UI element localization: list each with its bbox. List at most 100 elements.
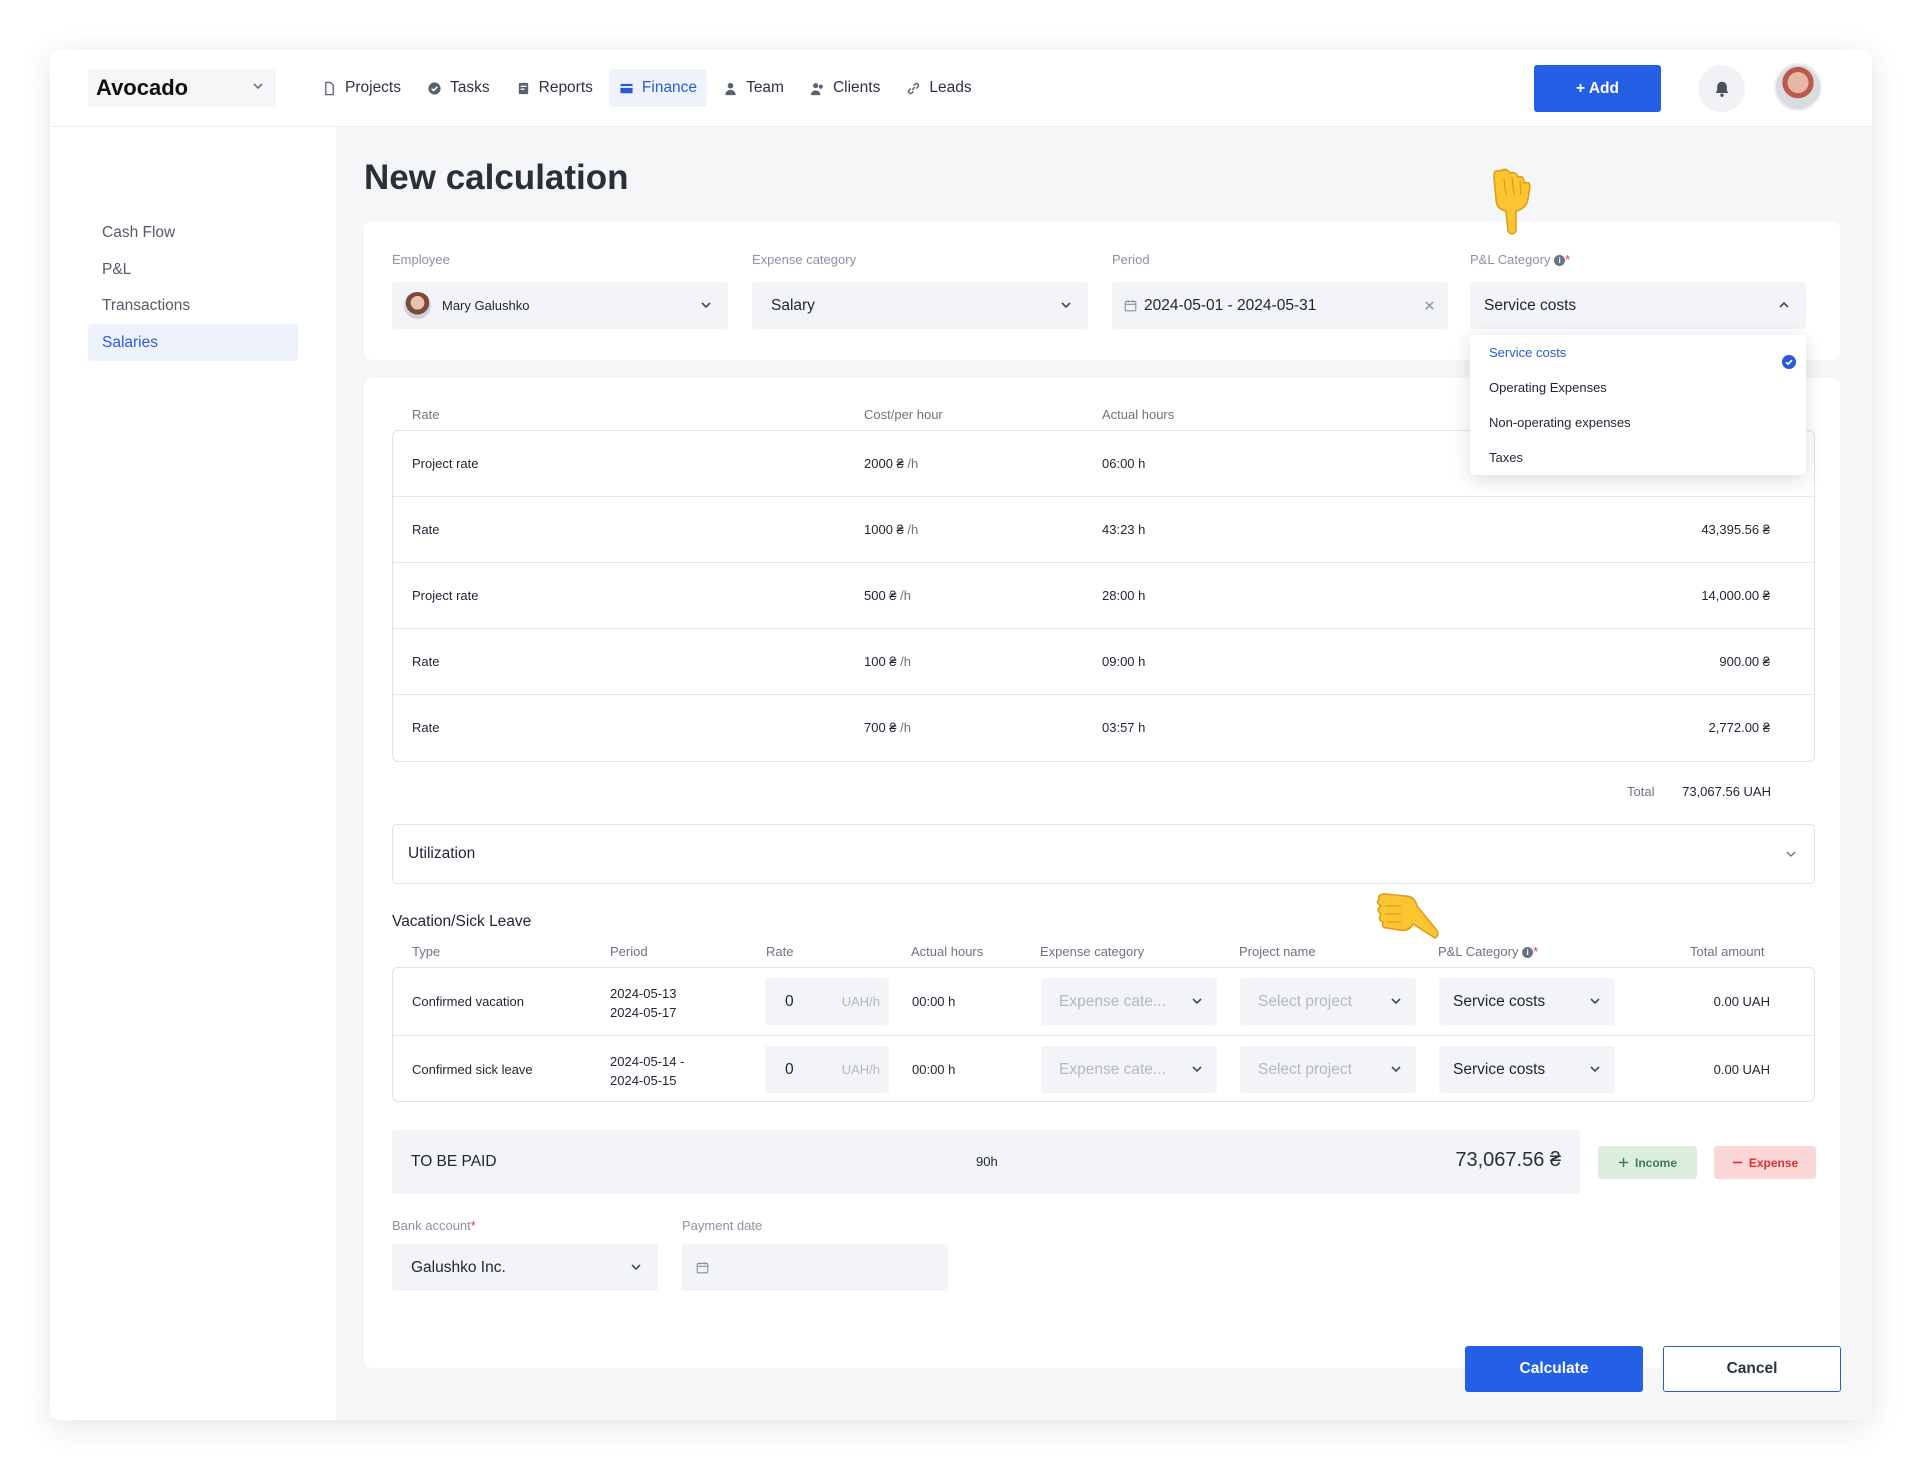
leave-type: Confirmed vacation <box>412 994 524 1009</box>
option-label: Service costs <box>1489 345 1567 360</box>
rate-cost: 2000 ₴ /h <box>864 456 918 471</box>
dropdown-option-operating[interactable]: Operating Expenses <box>1489 380 1607 395</box>
chevron-down-icon <box>1590 1066 1600 1073</box>
period-input[interactable]: 2024-05-01 - 2024-05-31 <box>1112 282 1448 329</box>
expense-category-value: Salary <box>771 296 815 314</box>
expense-category-select[interactable]: Expense cate... <box>1041 978 1217 1025</box>
pl-category-select[interactable]: Service costs <box>1470 282 1806 329</box>
sidebar-item-salaries[interactable]: Salaries <box>88 324 298 361</box>
nav-label: Clients <box>832 79 881 96</box>
user-avatar[interactable] <box>1774 63 1822 111</box>
rate-hours: 43:23 h <box>1102 522 1146 537</box>
notifications-button[interactable] <box>1698 65 1745 112</box>
col-header-total: Total amount <box>1690 944 1765 959</box>
rate-amount: 2,772.00 ₴ <box>1708 720 1770 735</box>
required-asterisk: * <box>1565 252 1571 267</box>
payment-date-input[interactable] <box>682 1244 948 1291</box>
col-header-actual-hours: Actual hours <box>911 944 984 959</box>
bank-account-select[interactable]: Galushko Inc. <box>392 1244 658 1291</box>
leave-period: 2024-05-14 - 2024-05-15 <box>610 1052 684 1090</box>
leave-total: 0.00 UAH <box>1713 994 1770 1009</box>
rate-cost: 1000 ₴ /h <box>864 522 918 537</box>
page-title: New calculation <box>364 158 629 197</box>
nav-projects[interactable]: Projects <box>312 69 411 107</box>
rate-input[interactable]: 0 UAH/h <box>765 978 889 1025</box>
utilization-accordion[interactable]: Utilization <box>392 824 1815 884</box>
expense-category-select[interactable]: Salary <box>752 282 1088 329</box>
add-button[interactable]: + Add <box>1534 65 1661 112</box>
rate-name: Rate <box>412 654 440 669</box>
nav-team[interactable]: Team <box>713 69 794 107</box>
cost-unit: /h <box>900 588 912 603</box>
chevron-down-icon <box>1192 998 1202 1005</box>
project-placeholder: Select project <box>1258 992 1352 1010</box>
sidebar-item-pl[interactable]: P&L <box>88 251 298 288</box>
col-header-rate: Rate <box>412 407 440 422</box>
pl-category-select[interactable]: Service costs <box>1439 978 1615 1025</box>
vacation-title: Vacation/Sick Leave <box>392 913 532 930</box>
nav-leads[interactable]: Leads <box>896 69 981 107</box>
finance-sidebar: Cash Flow P&L Transactions Salaries <box>50 127 336 1420</box>
clear-icon[interactable] <box>1424 300 1435 311</box>
workspace-switcher[interactable]: Avocado <box>88 69 276 107</box>
nav-label: Projects <box>345 79 401 96</box>
chevron-down-icon <box>1391 1066 1401 1073</box>
expense-category-placeholder: Expense cate... <box>1059 992 1166 1010</box>
rate-value: 0 <box>785 1060 794 1078</box>
cancel-button[interactable]: Cancel <box>1663 1346 1841 1392</box>
nav-tasks[interactable]: Tasks <box>417 69 500 107</box>
sidebar-item-cash-flow[interactable]: Cash Flow <box>88 214 298 251</box>
plus-icon <box>1618 1157 1629 1168</box>
pointing-hand-right-icon <box>1376 893 1439 939</box>
rate-input[interactable]: 0 UAH/h <box>765 1046 889 1093</box>
expense-button[interactable]: Expense <box>1714 1146 1816 1179</box>
nav-label: Tasks <box>450 79 490 96</box>
rate-amount: 900.00 ₴ <box>1719 654 1770 669</box>
minus-icon <box>1732 1161 1742 1164</box>
total-value: 73,067.56 UAH <box>1682 784 1771 799</box>
nav-finance[interactable]: Finance <box>608 69 708 107</box>
utilization-label: Utilization <box>408 845 476 862</box>
calculate-button[interactable]: Calculate <box>1465 1346 1643 1392</box>
cost-value: 100 ₴ <box>864 654 897 669</box>
bank-account-label: Bank account* <box>392 1218 476 1233</box>
col-header-pl-text: P&L Category <box>1438 944 1519 959</box>
cost-value: 2000 ₴ <box>864 456 904 471</box>
income-button[interactable]: Income <box>1598 1146 1697 1179</box>
bell-icon <box>1715 81 1728 97</box>
table-row: Confirmed sick leave 2024-05-14 -2024-05… <box>393 1035 1814 1102</box>
col-header-type: Type <box>412 944 441 959</box>
rate-cost: 700 ₴ /h <box>864 720 911 735</box>
rate-unit: UAH/h <box>841 994 880 1009</box>
project-select[interactable]: Select project <box>1240 1046 1416 1093</box>
rate-hours: 06:00 h <box>1102 456 1146 471</box>
brand-name: Avocado <box>96 75 189 100</box>
cost-unit: /h <box>900 720 912 735</box>
check-circle-icon <box>428 81 441 95</box>
dropdown-option-service-costs[interactable]: Service costs <box>1470 345 1806 373</box>
employee-label: Employee <box>392 252 450 267</box>
leave-type: Confirmed sick leave <box>412 1062 533 1077</box>
cost-unit: /h <box>907 456 919 471</box>
required-asterisk: * <box>1533 944 1539 959</box>
expense-category-select[interactable]: Expense cate... <box>1041 1046 1217 1093</box>
info-icon: i <box>1522 947 1534 959</box>
report-icon <box>518 82 528 94</box>
pl-category-select[interactable]: Service costs <box>1439 1046 1615 1093</box>
rate-amount: 14,000.00 ₴ <box>1701 588 1770 603</box>
to-be-paid-amount: 73,067.56 ₴ <box>1455 1149 1561 1171</box>
nav-clients[interactable]: Clients <box>800 69 890 107</box>
link-icon <box>908 82 920 94</box>
cost-value: 500 ₴ <box>864 588 897 603</box>
nav-reports[interactable]: Reports <box>506 69 603 107</box>
nav-label: Finance <box>641 79 698 96</box>
cost-unit: /h <box>907 522 919 537</box>
cost-unit: /h <box>900 654 912 669</box>
rates-table: Project rate 2000 ₴ /h 06:00 h Rate 1000… <box>392 430 1815 762</box>
sidebar-item-transactions[interactable]: Transactions <box>88 287 298 324</box>
dropdown-option-taxes[interactable]: Taxes <box>1489 450 1523 465</box>
dropdown-option-non-operating[interactable]: Non-operating expenses <box>1489 415 1631 430</box>
employee-select[interactable]: Mary Galushko <box>392 282 728 329</box>
project-select[interactable]: Select project <box>1240 978 1416 1025</box>
chevron-down-icon <box>1391 998 1401 1005</box>
